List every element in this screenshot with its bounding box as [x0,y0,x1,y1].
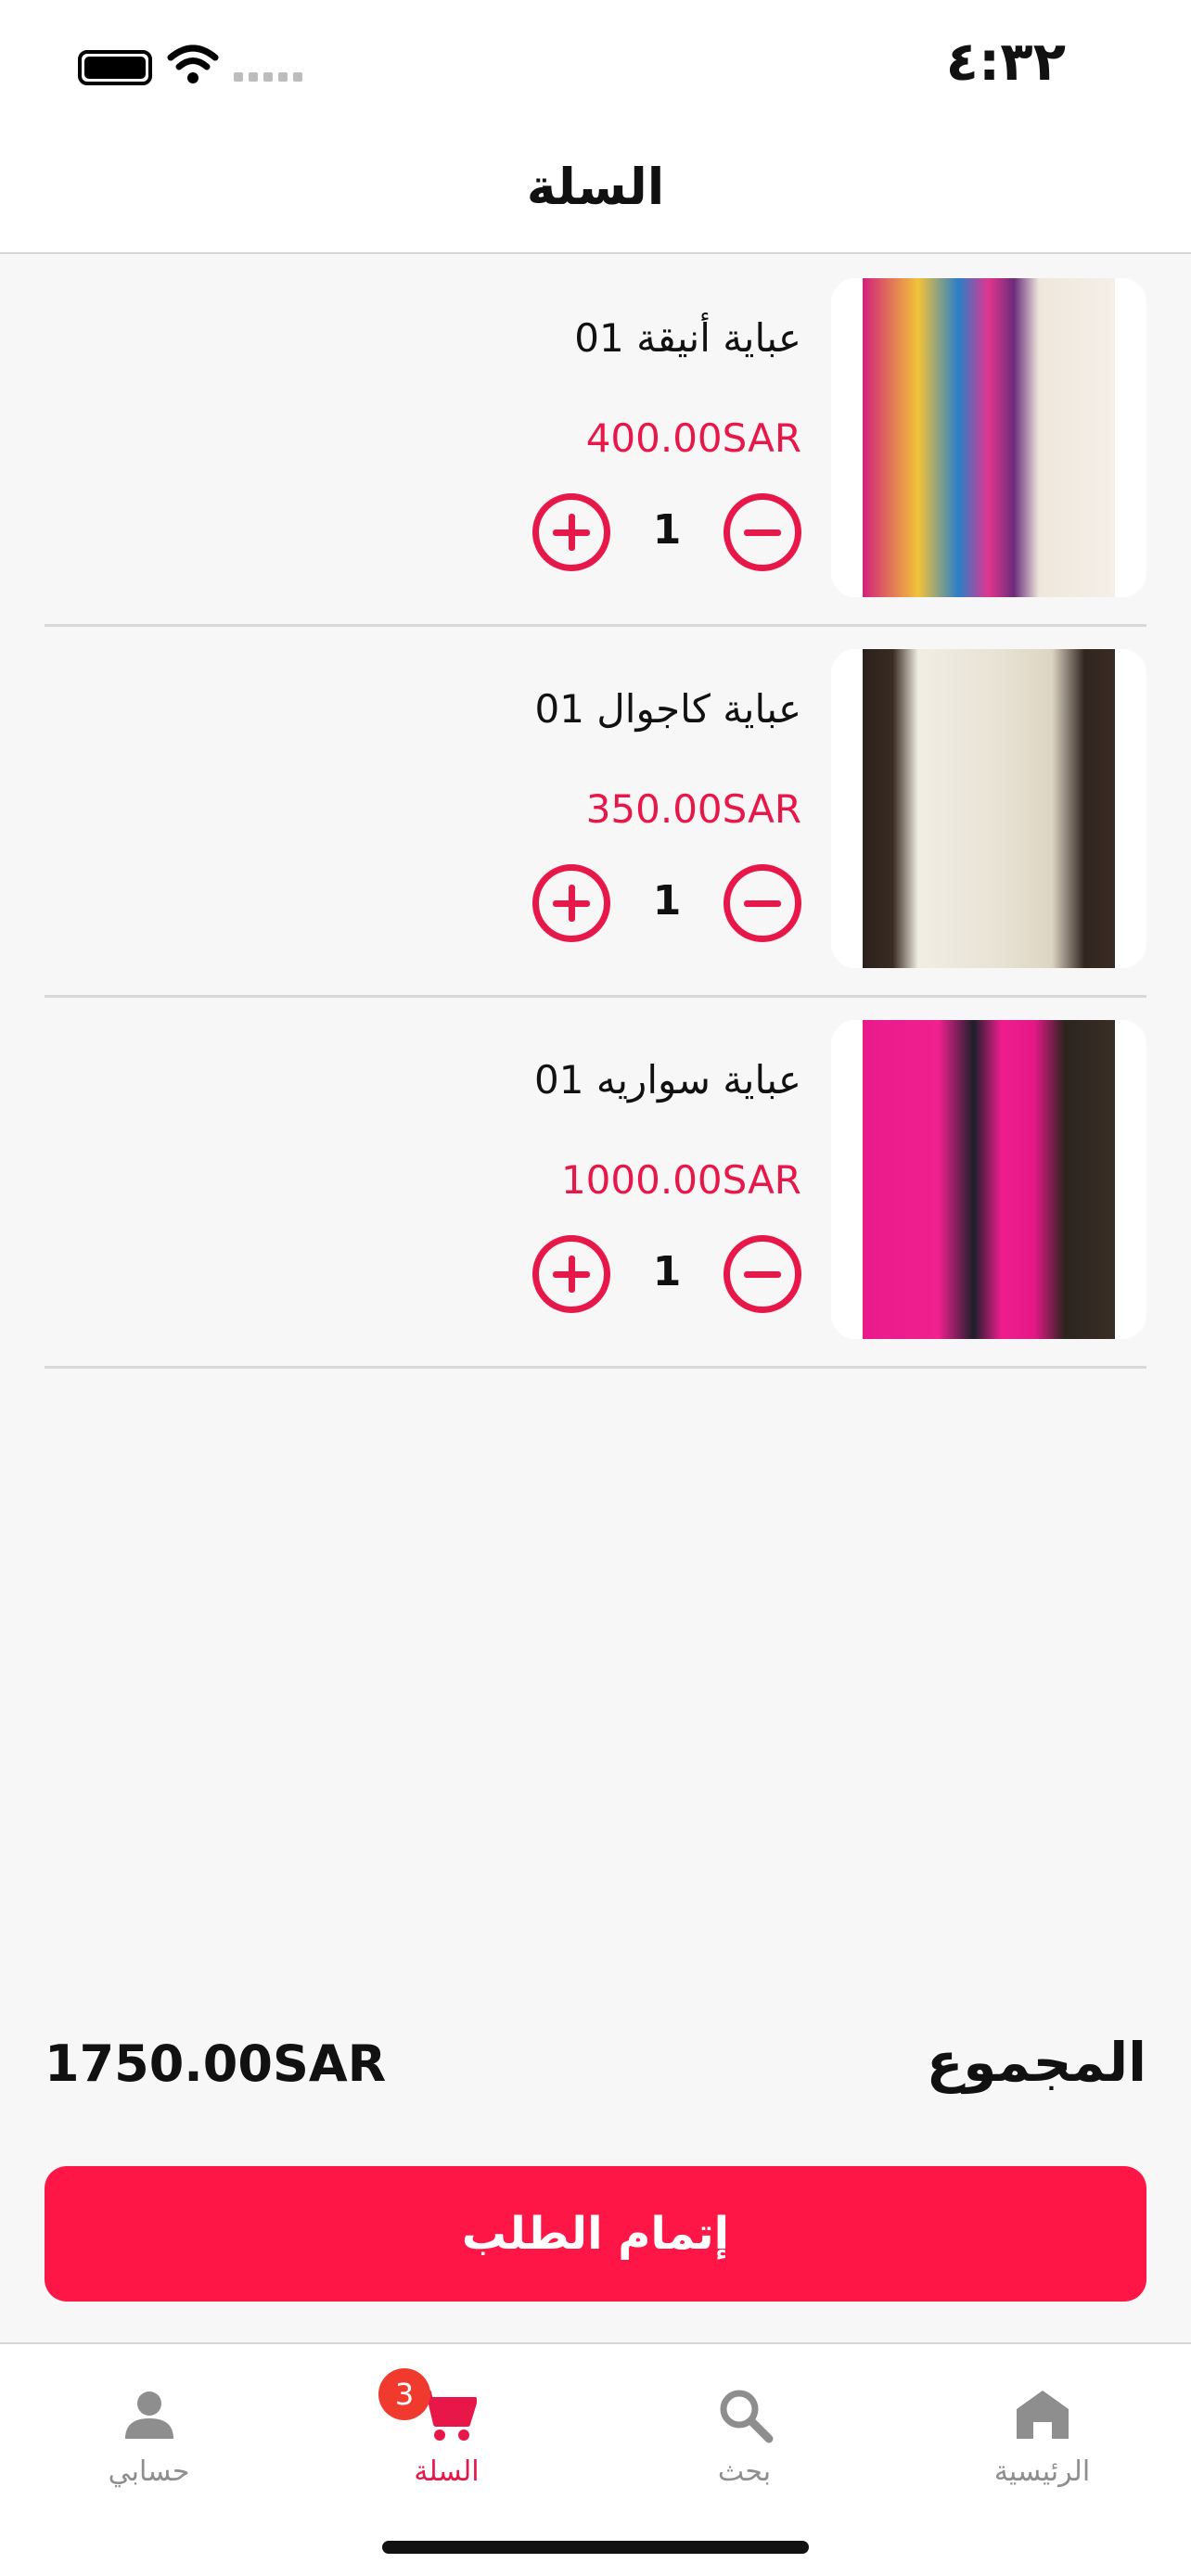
battery-icon [78,50,152,85]
status-bar: ٤:٣٢ [0,0,1191,130]
product-name: عباية أنيقة 01 [574,315,801,361]
total-row: المجموع 1750.00SAR [45,2031,1146,2105]
tab-label: بحث [717,2455,772,2488]
tab-cart[interactable]: السلة [298,2344,596,2511]
nav-bar: السلة [0,130,1191,254]
product-image[interactable] [831,1020,1146,1339]
product-price: 350.00SAR [585,786,801,832]
quantity-value: 1 [652,877,682,925]
tab-label: السلة [414,2455,480,2488]
checkout-button[interactable]: إتمام الطلب [45,2166,1146,2302]
page-title: السلة [526,158,665,216]
tab-search[interactable]: بحث [596,2344,893,2511]
total-label: المجموع [926,2031,1146,2094]
product-price: 1000.00SAR [560,1157,801,1203]
tab-account[interactable]: حسابي [0,2344,298,2511]
product-image[interactable] [831,649,1146,968]
quantity-value: 1 [652,1248,682,1295]
signal-icon [234,72,302,82]
quantity-stepper: 1 [532,493,801,571]
increase-quantity-icon[interactable] [532,1235,610,1313]
product-name: عباية كاجوال 01 [534,686,801,732]
product-price: 400.00SAR [585,415,801,461]
increase-quantity-icon[interactable] [532,493,610,571]
product-name: عباية سواريه 01 [534,1057,801,1103]
search-icon [720,2390,773,2443]
user-icon [124,2391,173,2439]
increase-quantity-icon[interactable] [532,864,610,942]
decrease-quantity-icon[interactable] [724,864,801,942]
home-indicator [382,2541,809,2554]
home-icon [1016,2391,1069,2439]
tab-label: حسابي [108,2455,190,2488]
tab-home[interactable]: الرئيسية [893,2344,1191,2511]
total-amount: 1750.00SAR [45,2034,387,2093]
wifi-icon [167,45,219,83]
cart-list: عباية أنيقة 01 400.00SAR 1 عباية كاجوال … [45,256,1146,1369]
status-time: ٤:٣٢ [945,30,1066,93]
cart-item: عباية كاجوال 01 350.00SAR 1 [45,627,1146,998]
cart-item: عباية سواريه 01 1000.00SAR 1 [45,998,1146,1369]
cart-item: عباية أنيقة 01 400.00SAR 1 [45,256,1146,627]
tab-label: الرئيسية [993,2455,1091,2488]
decrease-quantity-icon[interactable] [724,493,801,571]
quantity-stepper: 1 [532,1235,801,1313]
product-image[interactable] [831,278,1146,597]
quantity-stepper: 1 [532,864,801,942]
cart-badge: 3 [378,2368,430,2420]
decrease-quantity-icon[interactable] [724,1235,801,1313]
quantity-value: 1 [652,506,682,554]
